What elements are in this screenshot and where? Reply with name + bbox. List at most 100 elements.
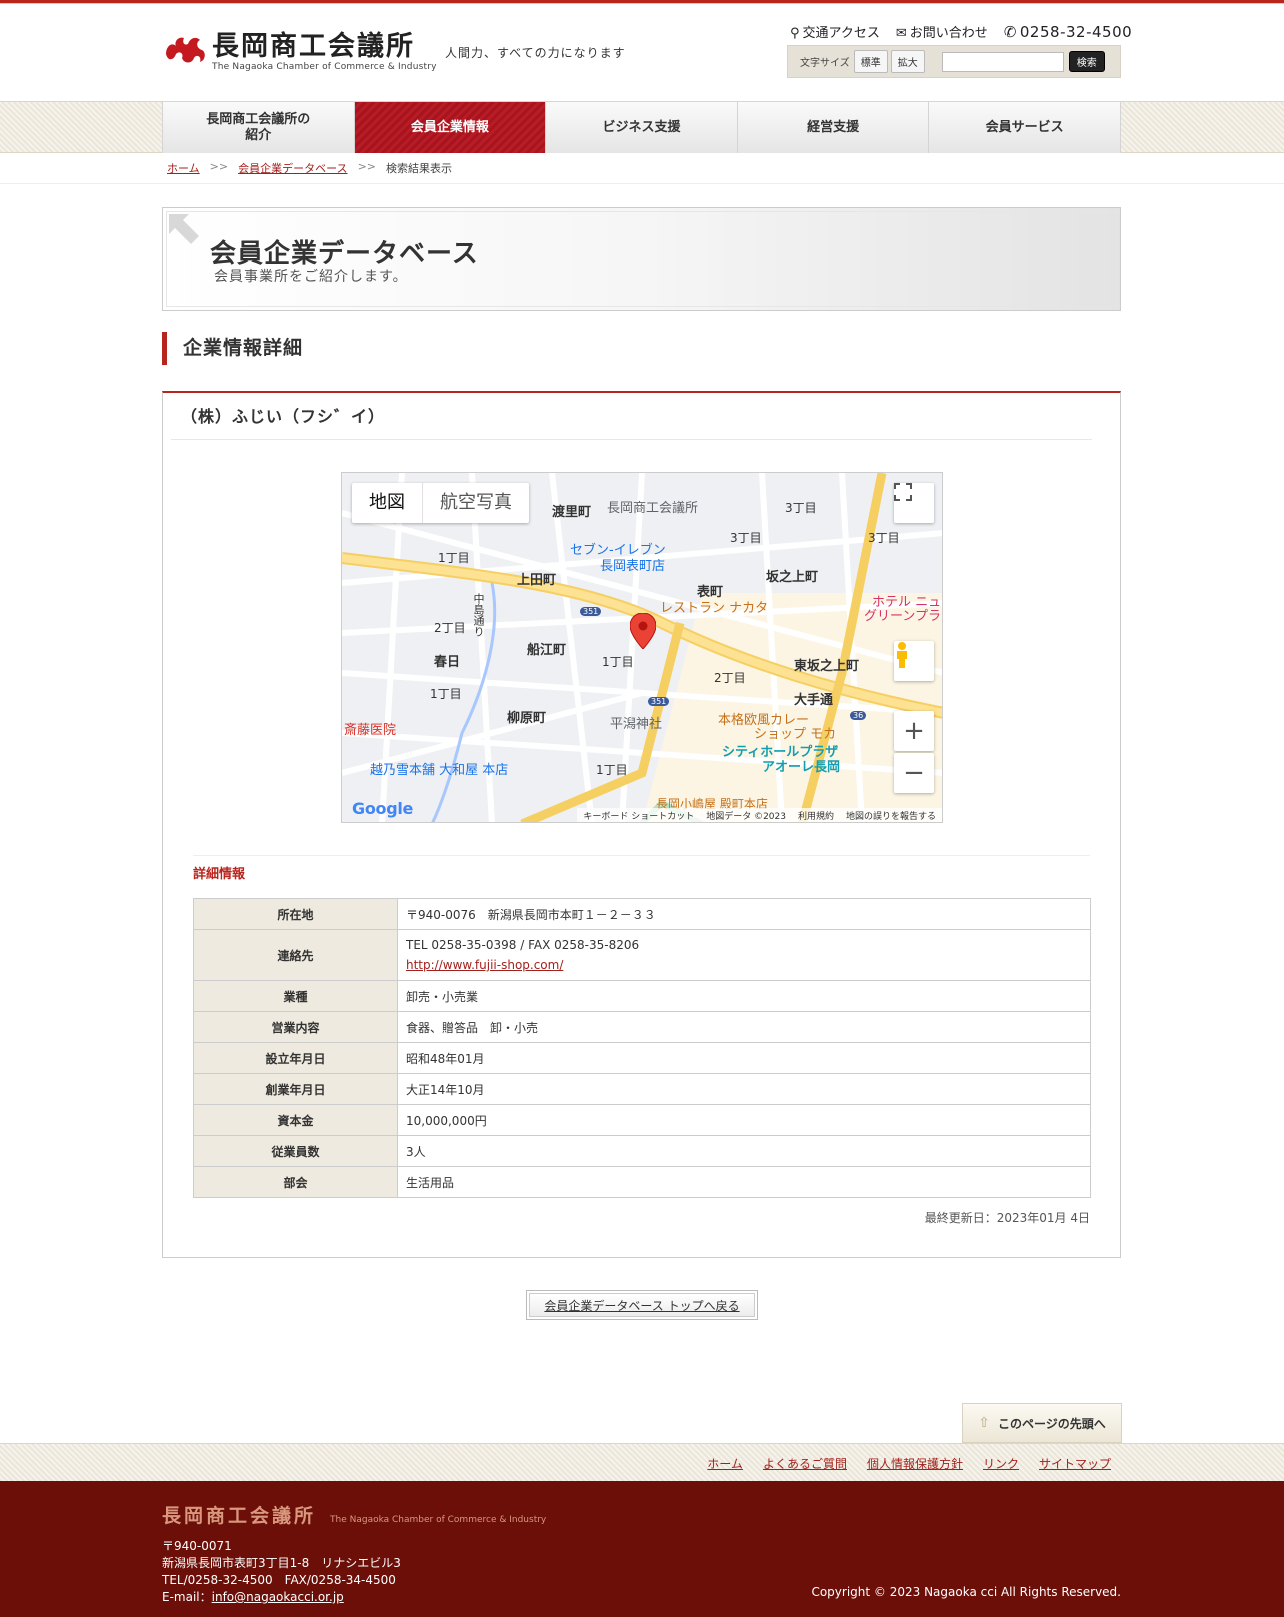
company-name: （株）ふじい（フシ゛イ） [181,407,386,426]
banner-arrow-icon [169,214,199,244]
access-label: 交通アクセス [802,26,880,41]
row-key: 創業年月日 [193,1073,398,1105]
map-type-control: 地図 航空写真 [352,483,529,523]
breadcrumb-separator-icon: >> [357,160,376,173]
nav-member-service[interactable]: 会員サービス [929,102,1121,153]
company-name-divider [171,439,1092,440]
row-value: 大正14年10月 [397,1073,1091,1105]
map-marker-icon[interactable] [630,613,656,649]
map-data-credit: 地図データ ©2023 [706,811,786,822]
nav-management-support[interactable]: 経営支援 [737,102,930,153]
map-label: 春日 [434,655,461,670]
zoom-in-icon[interactable]: + [894,711,934,751]
map-label: 3丁目 [868,531,900,545]
footer-email-label: E-mail： [162,1590,212,1604]
zoom-out-icon[interactable]: − [894,753,934,793]
row-key: 設立年月日 [193,1042,398,1074]
company-detail-box: （株）ふじい（フシ゛イ） 渡里町 長岡商工会議所 セブン-イレブン 長岡表町店 … [162,391,1121,1258]
row-value: 卸売・小売業 [397,980,1091,1012]
access-link[interactable]: ⚲ 交通アクセス [790,22,880,41]
row-key: 業種 [193,980,398,1012]
last-updated: 最終更新日：2023年01月 4日 [924,1211,1090,1225]
site-header: 長岡商工会議所 The Nagaoka Chamber of Commerce … [0,4,1284,101]
footer-zip: 〒940-0071 [162,1539,232,1553]
footer-logo-title: 長岡商工会議所 [162,1505,317,1527]
font-normal-button[interactable]: 標準 [853,50,888,73]
breadcrumb-current: 検索結果表示 [386,162,452,175]
breadcrumb-home[interactable]: ホーム [167,160,200,176]
section-heading: 企業情報詳細 [162,332,303,365]
map-label: 長岡表町店 [600,559,666,574]
contact-cell: TEL 0258-35-0398 / FAX 0258-35-8206 http:… [397,929,1091,981]
street-view-pegman-icon[interactable] [894,641,934,681]
row-key: 所在地 [193,898,398,930]
footer-link-sitemap[interactable]: サイトマップ [1039,1455,1111,1472]
map-pin-icon: ⚲ [790,26,800,41]
nav-member-service-label: 会員サービス [985,119,1064,135]
footer-email-link[interactable]: info@nagaokacci.or.jp [212,1590,344,1604]
table-row: 資本金 10,000,000円 [193,1104,1091,1136]
map-label: ショップ モカ [754,727,837,742]
route-shield: 351 [648,697,670,706]
nav-business-support[interactable]: ビジネス支援 [546,102,738,153]
table-row: 部会 生活用品 [193,1166,1091,1198]
font-large-button[interactable]: 拡大 [890,50,925,73]
phone-number: ✆ 0258-32-4500 [1004,23,1132,41]
map-keyboard-shortcuts[interactable]: キーボード ショートカット [583,809,694,822]
breadcrumb-database[interactable]: 会員企業データベース [238,160,347,176]
nav-management-support-label: 経営支援 [807,119,860,135]
global-nav: 長岡商工会議所の 紹介 会員企業情報 ビジネス支援 経営支援 会員サービス [162,102,1121,153]
table-row: 創業年月日 大正14年10月 [193,1073,1091,1105]
map-label: 大手通 [794,693,834,708]
nav-about[interactable]: 長岡商工会議所の 紹介 [162,102,355,153]
company-website-link[interactable]: http://www.fujii-shop.com/ [406,958,563,972]
breadcrumb: ホーム >> 会員企業データベース >> 検索結果表示 [167,160,452,176]
row-value: 3人 [397,1135,1091,1167]
map-label: 3丁目 [785,501,817,515]
footer-logo-subtitle: The Nagaoka Chamber of Commerce & Indust… [330,1515,547,1525]
page-banner: 会員企業データベース 会員事業所をご紹介します。 [162,207,1121,311]
phone-label: 0258-32-4500 [1019,22,1133,41]
route-shield: 351 [580,607,602,616]
search-input[interactable] [941,51,1064,72]
footer-link-home[interactable]: ホーム [707,1455,743,1472]
global-nav-band: 長岡商工会議所の 紹介 会員企業情報 ビジネス支援 経営支援 会員サービス [0,101,1284,153]
map-footer: キーボード ショートカット 地図データ ©2023 利用規約 地図の誤りを報告す… [577,808,942,822]
fullscreen-icon[interactable] [894,483,934,523]
row-value: TEL 0258-35-0398 / FAX 0258-35-8206 [406,938,640,952]
table-row: 設立年月日 昭和48年01月 [193,1042,1091,1074]
font-size-label: 文字サイズ [800,58,850,69]
map-label: 2丁目 [714,671,746,685]
footer-link-faq[interactable]: よくあるご質問 [763,1455,847,1472]
contact-link[interactable]: ✉ お問い合わせ [896,22,988,41]
footer-link-privacy[interactable]: 個人情報保護方針 [867,1455,963,1472]
header-links: ⚲ 交通アクセス ✉ お問い合わせ ✆ 0258-32-4500 [790,22,1132,42]
company-detail-table: 所在地 〒940-0076 新潟県長岡市本町１－２－３３ 連絡先 TEL 0258-… [193,898,1091,1198]
nav-member-info[interactable]: 会員企業情報 [354,102,547,153]
logo-title: 長岡商工会議所 [212,31,415,62]
site-logo[interactable]: 長岡商工会議所 The Nagaoka Chamber of Commerce … [162,32,437,72]
back-to-database-button[interactable]: 会員企業データベース トップへ戻る [526,1290,758,1320]
back-to-database-label: 会員企業データベース トップへ戻る [529,1293,755,1317]
map-label: 1丁目 [438,551,470,565]
map-label: 1丁目 [596,763,628,777]
table-row: 営業内容 食器、贈答品 卸・小売 [193,1011,1091,1043]
map-tab-map[interactable]: 地図 [352,483,423,523]
map-report-error-link[interactable]: 地図の誤りを報告する [846,809,936,822]
route-shield: 36 [850,711,867,720]
map-label: 長岡商工会議所 [607,501,699,516]
search-button[interactable]: 検索 [1068,51,1105,72]
arrow-up-icon: ⇧ [978,1415,990,1431]
logo-mark-icon [162,32,208,66]
page-subtitle: 会員事業所をご紹介します。 [214,269,408,285]
page-top-label: このページの先頭へ [997,1416,1106,1431]
google-logo[interactable]: Google [352,799,413,818]
map-tab-satellite[interactable]: 航空写真 [423,483,529,523]
google-map[interactable]: 渡里町 長岡商工会議所 セブン-イレブン 長岡表町店 上田町 表町 坂之上町 レ… [341,472,943,823]
map-terms-link[interactable]: 利用規約 [798,809,834,822]
footer-address: 〒940-0071 新潟県長岡市表町3丁目1-8 リナシエビル3 TEL/025… [162,1538,401,1606]
footer-logo: 長岡商工会議所 The Nagaoka Chamber of Commerce … [162,1501,546,1528]
footer-link-links[interactable]: リンク [983,1455,1019,1472]
page-top-button[interactable]: ⇧ このページの先頭へ [962,1403,1122,1443]
table-row: 所在地 〒940-0076 新潟県長岡市本町１－２－３３ [193,898,1091,930]
